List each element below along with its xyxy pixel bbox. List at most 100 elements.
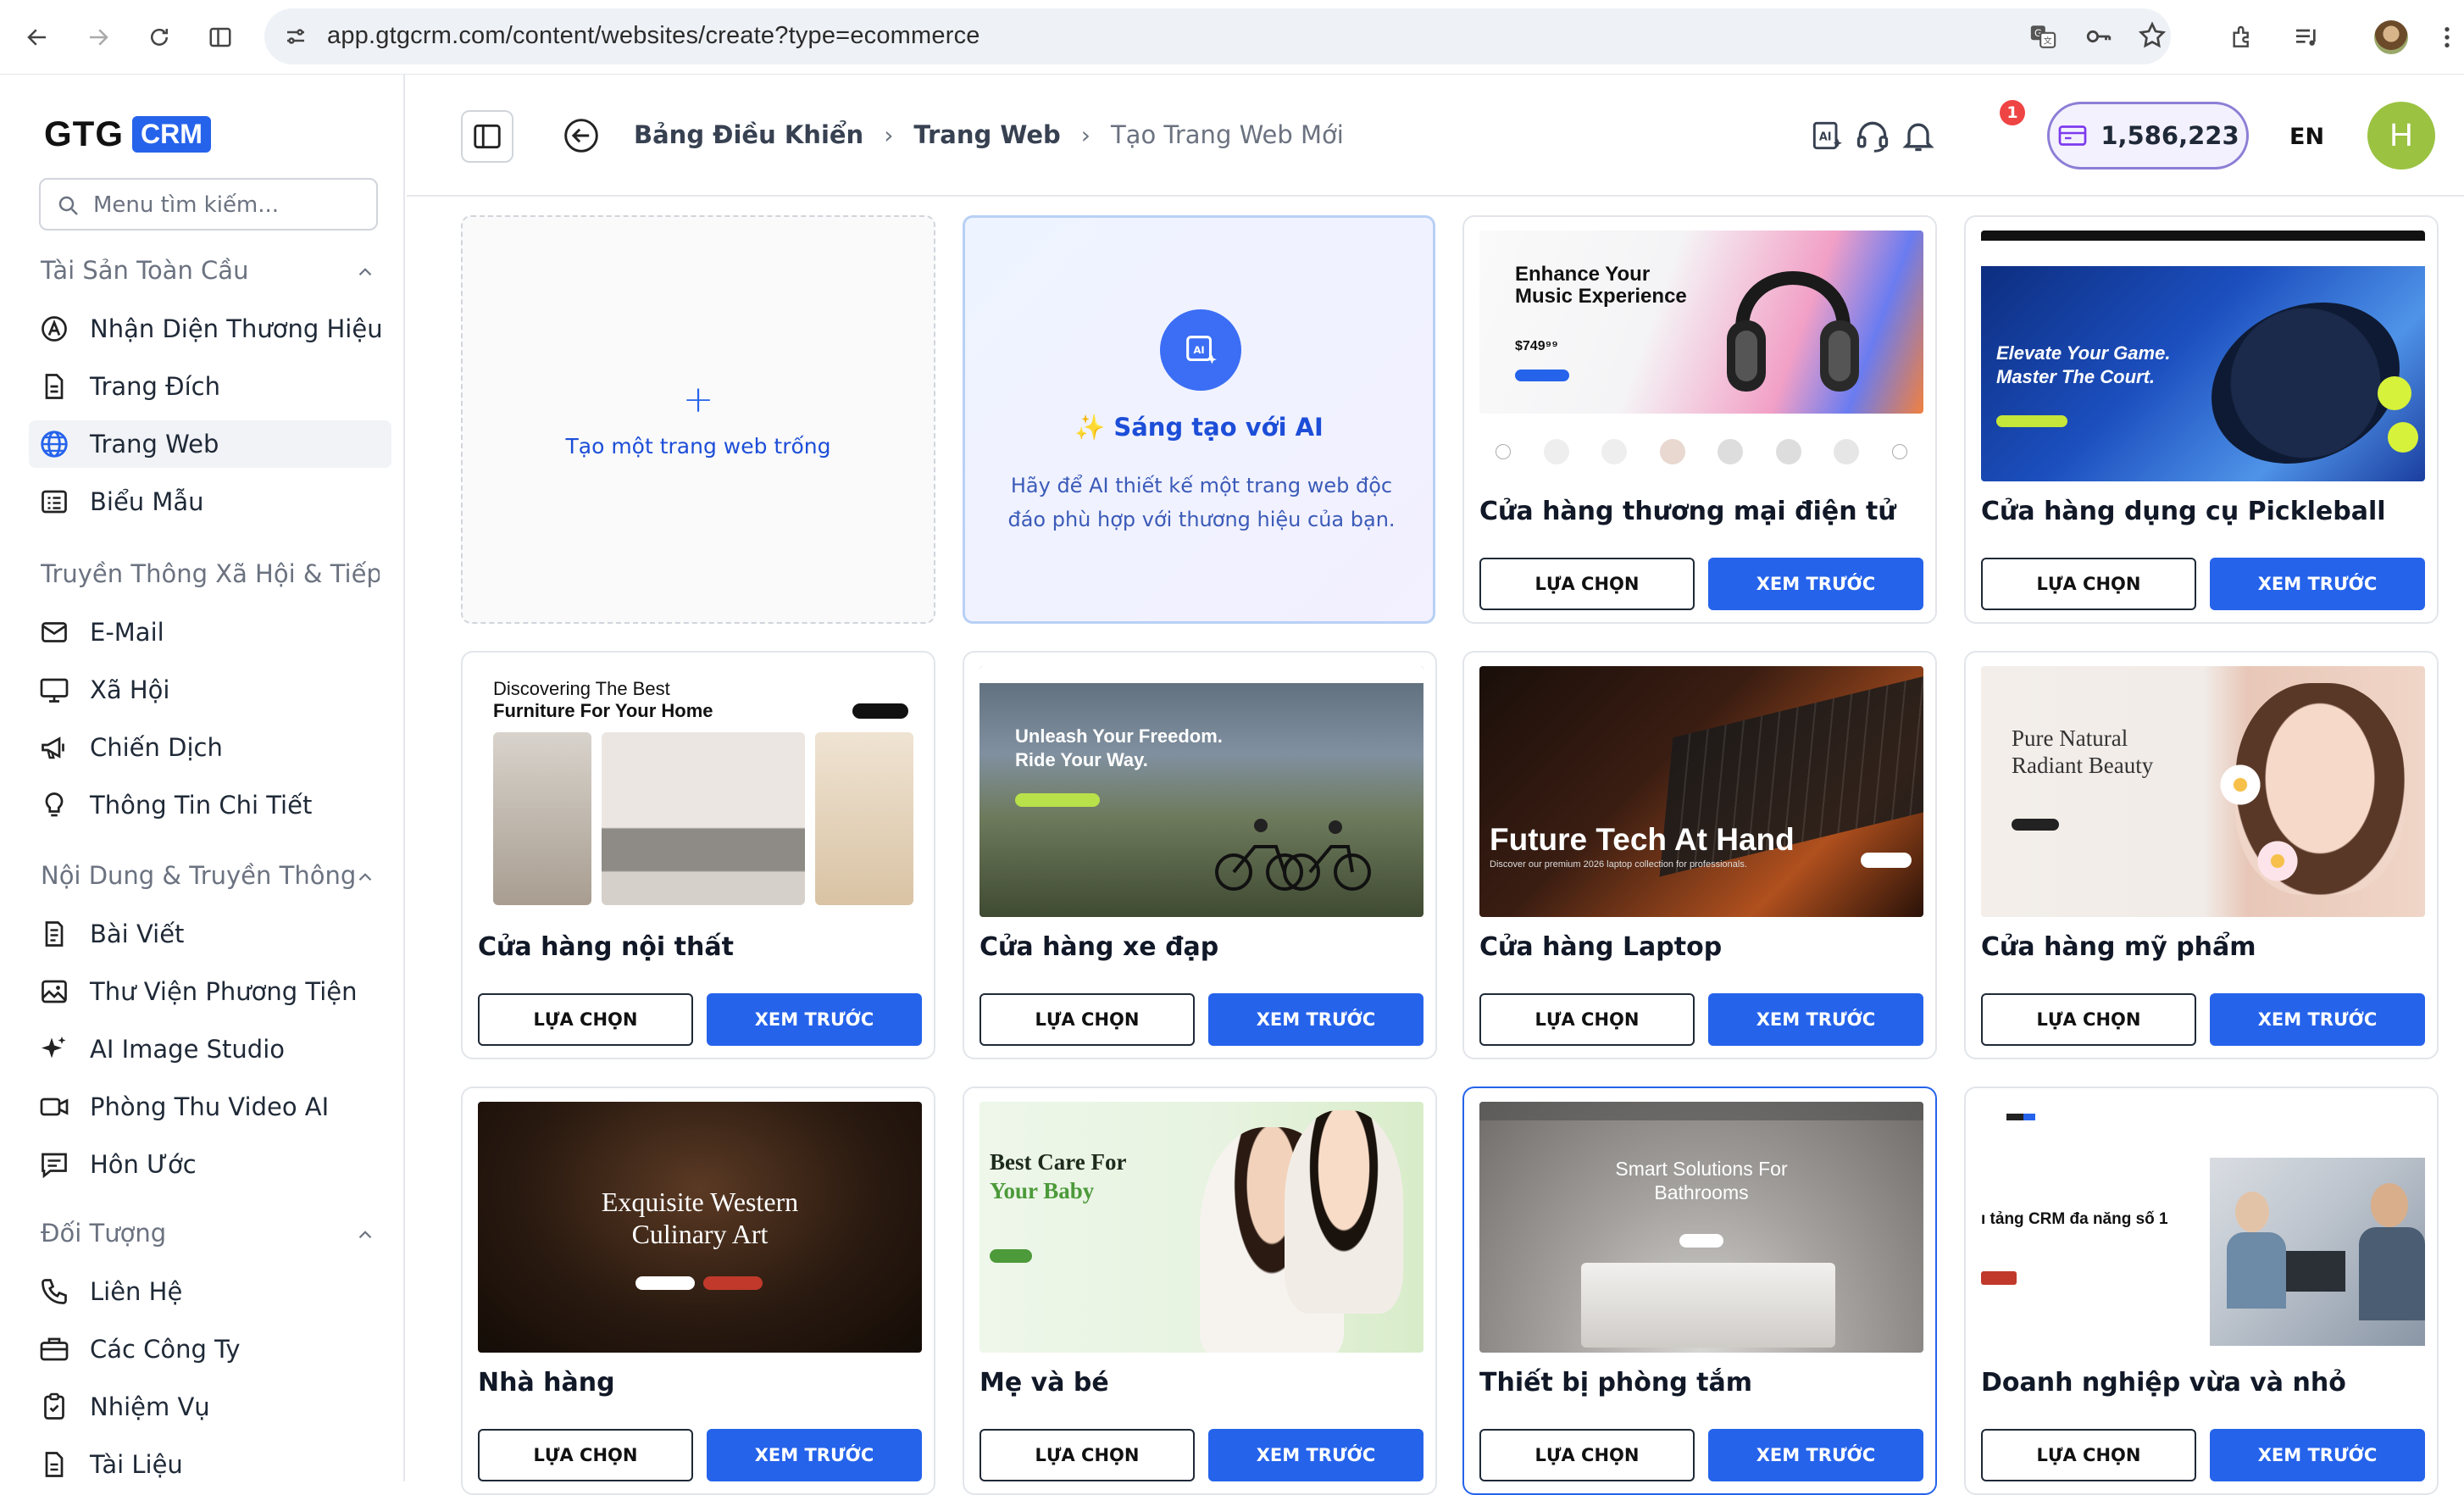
sidebar-item-campaigns[interactable]: Chiến Dịch xyxy=(29,724,391,771)
template-card-pickleball[interactable]: Elevate Your Game. Master The Court. Cửa… xyxy=(1964,215,2439,624)
select-button[interactable]: LỰA CHỌN xyxy=(979,993,1195,1046)
preview-button[interactable]: XEM TRƯỚC xyxy=(1708,558,1923,610)
template-card-bicycle[interactable]: Unleash Your Freedom. Ride Your Way. Cửa… xyxy=(963,651,1437,1059)
select-button[interactable]: LỰA CHỌN xyxy=(979,1429,1195,1481)
section-title-content-media[interactable]: Nội Dung & Truyền Thông xyxy=(41,861,356,890)
language-switcher[interactable]: EN xyxy=(2289,124,2324,150)
select-button[interactable]: LỰA CHỌN xyxy=(478,993,693,1046)
media-control-icon[interactable] xyxy=(2288,19,2325,56)
section-title-audience[interactable]: Đối Tượng xyxy=(41,1219,166,1248)
thumb-headline-2: Culinary Art xyxy=(631,1219,769,1249)
sidebar-item-websites[interactable]: Trang Web xyxy=(29,420,391,468)
reload-icon[interactable] xyxy=(141,19,178,56)
select-button[interactable]: LỰA CHỌN xyxy=(1479,993,1695,1046)
template-card-laptop[interactable]: Future Tech At Hand Discover our premium… xyxy=(1462,651,1937,1059)
notification-badge: 1 xyxy=(2000,100,2025,125)
bell-icon[interactable] xyxy=(1900,117,1937,154)
select-button[interactable]: LỰA CHỌN xyxy=(1981,1429,2196,1481)
bulb-icon xyxy=(36,786,73,824)
sidebar-item-social[interactable]: Xã Hội xyxy=(29,666,391,714)
back-button[interactable] xyxy=(563,117,600,158)
template-card-restaurant[interactable]: Exquisite Western Culinary Art Nhà hàng … xyxy=(461,1087,935,1495)
create-blank-website-card[interactable]: + Tạo một trang web trống xyxy=(461,215,935,624)
baby-image xyxy=(1285,1110,1403,1314)
preview-button[interactable]: XEM TRƯỚC xyxy=(2210,1429,2425,1481)
template-thumbnail: Best Care For Your Baby xyxy=(979,1102,1423,1353)
template-card-sme[interactable]: ı tảng CRM đa năng số 1 Doanh nghiệp vừa… xyxy=(1964,1087,2439,1495)
select-button[interactable]: LỰA CHỌN xyxy=(478,1429,693,1481)
chat-icon xyxy=(36,1146,73,1183)
preview-button[interactable]: XEM TRƯỚC xyxy=(2210,993,2425,1046)
section-title-global-assets[interactable]: Tài Sản Toàn Cầu xyxy=(41,256,248,285)
address-bar[interactable]: app.gtgcrm.com/content/websites/create?t… xyxy=(264,8,2171,64)
template-card-furniture[interactable]: Discovering The Best Furniture For Your … xyxy=(461,651,935,1059)
section-title-social-marketing[interactable]: Truyền Thông Xã Hội & Tiếp Th xyxy=(41,559,380,588)
breadcrumb-dashboard[interactable]: Bảng Điều Khiển xyxy=(634,120,863,149)
preview-button[interactable]: XEM TRƯỚC xyxy=(707,993,922,1046)
ai-card-title: ✨ Sáng tạo với AI xyxy=(1074,413,1324,442)
sidebar-item-articles[interactable]: Bài Viết xyxy=(29,910,391,958)
more-menu-icon[interactable] xyxy=(2428,19,2464,56)
sidebar-item-tasks[interactable]: Nhiệm Vụ xyxy=(29,1383,391,1431)
create-with-ai-card[interactable]: AI ✨ Sáng tạo với AI Hãy để AI thiết kế … xyxy=(963,215,1435,624)
site-settings-icon[interactable] xyxy=(283,24,308,49)
sidebar-item-brand-identity[interactable]: Nhận Diện Thương Hiệu xyxy=(29,305,391,353)
select-button[interactable]: LỰA CHỌN xyxy=(1981,993,2196,1046)
sidebar-item-engagement[interactable]: Hôn Ước xyxy=(29,1141,391,1188)
profile-avatar[interactable] xyxy=(2372,19,2410,56)
chevron-up-icon[interactable] xyxy=(354,1224,376,1246)
chevron-up-icon[interactable] xyxy=(354,261,376,283)
forward-arrow-icon[interactable] xyxy=(80,19,117,56)
template-card-ecommerce[interactable]: Enhance Your Music Experience $749⁹⁹ Cửa… xyxy=(1462,215,1937,624)
sidebar-item-label: Tài Liệu xyxy=(90,1450,183,1479)
template-card-mother-baby[interactable]: Best Care For Your Baby Mẹ và bé LỰA CHỌ… xyxy=(963,1087,1437,1495)
chevron-up-icon[interactable] xyxy=(354,866,376,888)
form-icon xyxy=(36,483,73,520)
sidebar-item-email[interactable]: E-Mail xyxy=(29,609,391,656)
breadcrumb-websites[interactable]: Trang Web xyxy=(913,120,1060,149)
preview-button[interactable]: XEM TRƯỚC xyxy=(1708,1429,1923,1481)
sidebar-item-label: Phòng Thu Video AI xyxy=(90,1092,330,1121)
preview-button[interactable]: XEM TRƯỚC xyxy=(1708,993,1923,1046)
select-button[interactable]: LỰA CHỌN xyxy=(1479,1429,1695,1481)
menu-search-input[interactable]: Menu tìm kiếm... xyxy=(39,178,378,231)
sidebar-item-ai-image-studio[interactable]: AI Image Studio xyxy=(29,1025,391,1073)
logo[interactable]: GTG CRM xyxy=(44,114,211,154)
search-placeholder: Menu tìm kiếm... xyxy=(93,192,280,218)
page-icon xyxy=(36,368,73,405)
template-card-bathroom[interactable]: Smart Solutions For Bathrooms Thiết bị p… xyxy=(1462,1087,1937,1495)
ai-document-icon[interactable]: AI xyxy=(1808,117,1845,154)
template-title: Cửa hàng thương mại điện tử xyxy=(1479,497,1896,526)
preview-button[interactable]: XEM TRƯỚC xyxy=(1208,1429,1423,1481)
globe-icon xyxy=(36,425,73,463)
template-card-cosmetics[interactable]: Pure Natural Radiant Beauty Cửa hàng mỹ … xyxy=(1964,651,2439,1059)
password-key-icon[interactable] xyxy=(2084,22,2113,51)
preview-button[interactable]: XEM TRƯỚC xyxy=(1208,993,1423,1046)
circle-arrow-left-icon xyxy=(564,119,598,153)
select-button[interactable]: LỰA CHỌN xyxy=(1479,558,1695,610)
user-avatar[interactable]: H xyxy=(2367,102,2435,170)
sidepanel-icon[interactable] xyxy=(202,19,239,56)
sidebar-toggle-button[interactable] xyxy=(461,110,513,163)
sidebar-item-media-library[interactable]: Thư Viện Phương Tiện xyxy=(29,968,391,1015)
preview-button[interactable]: XEM TRƯỚC xyxy=(707,1429,922,1481)
translate-icon[interactable]: G文 xyxy=(2028,22,2057,51)
sidebar-item-ai-video-studio[interactable]: Phòng Thu Video AI xyxy=(29,1083,391,1131)
svg-text:AI: AI xyxy=(1819,131,1832,144)
back-arrow-icon[interactable] xyxy=(19,19,56,56)
sidebar-item-forms[interactable]: Biểu Mẫu xyxy=(29,478,391,525)
template-thumbnail: ı tảng CRM đa năng số 1 xyxy=(1981,1102,2425,1353)
furniture-image xyxy=(493,732,591,905)
bookmark-star-icon[interactable] xyxy=(2137,20,2167,51)
headset-icon[interactable] xyxy=(1854,117,1891,154)
preview-button[interactable]: XEM TRƯỚC xyxy=(2210,558,2425,610)
select-button[interactable]: LỰA CHỌN xyxy=(1981,558,2196,610)
credits-button[interactable]: 1,586,223 xyxy=(2047,102,2249,170)
sidebar-item-landing-page[interactable]: Trang Đích xyxy=(29,363,391,410)
sidebar-item-label: Liên Hệ xyxy=(90,1277,183,1306)
sidebar-item-contacts[interactable]: Liên Hệ xyxy=(29,1268,391,1315)
sidebar-item-companies[interactable]: Các Công Ty xyxy=(29,1325,391,1373)
extensions-icon[interactable] xyxy=(2223,19,2261,56)
sidebar-item-insights[interactable]: Thông Tin Chi Tiết xyxy=(29,781,391,829)
lamp-image xyxy=(815,732,913,905)
